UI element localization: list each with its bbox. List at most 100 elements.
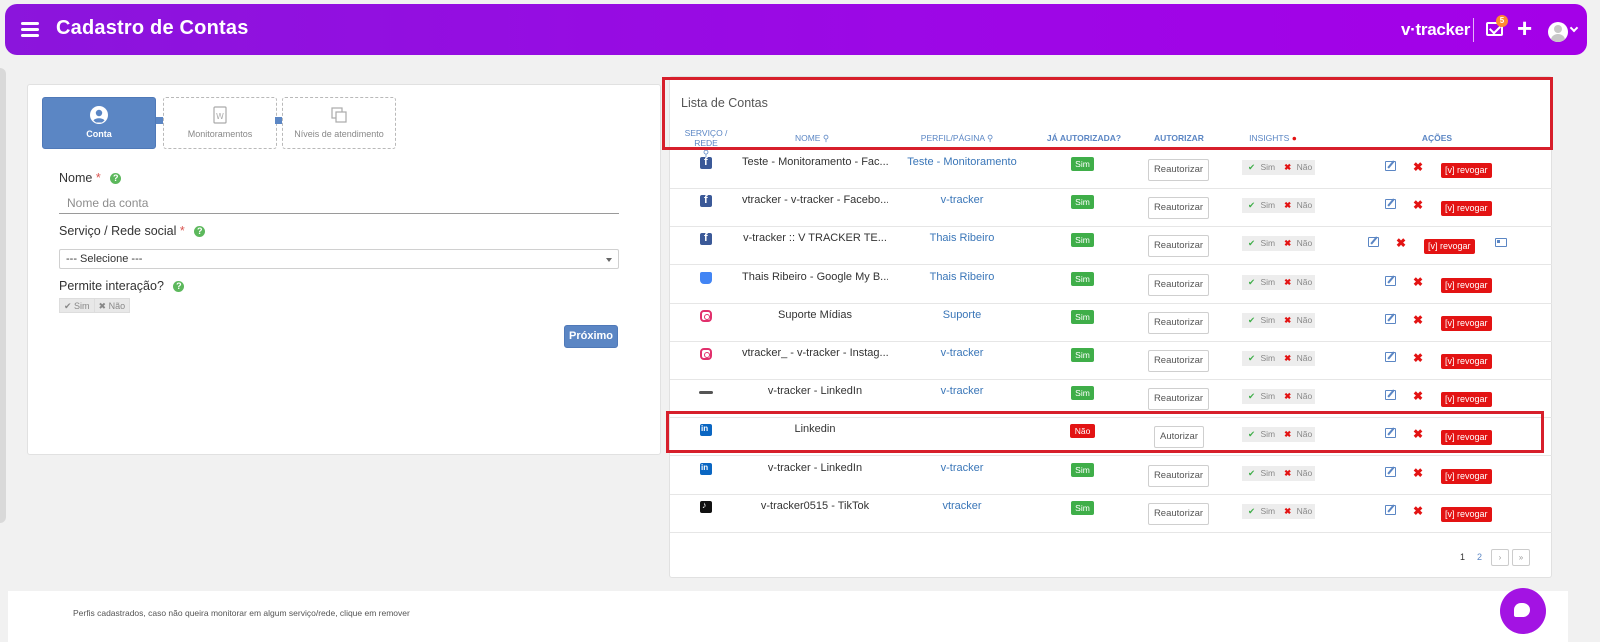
delete-icon[interactable]: ✖ <box>1413 466 1423 480</box>
delete-icon[interactable]: ✖ <box>1413 160 1423 174</box>
delete-icon[interactable]: ✖ <box>1413 504 1423 518</box>
edit-icon[interactable] <box>1368 237 1379 247</box>
delete-icon[interactable]: ✖ <box>1413 351 1423 365</box>
edit-icon[interactable] <box>1385 390 1396 400</box>
revoke-button[interactable]: [v] revogar <box>1441 163 1492 178</box>
col-service-header[interactable]: SERVIÇO / REDE ⚲ <box>674 128 738 159</box>
insights-no[interactable]: ✖ Não <box>1278 198 1316 213</box>
edit-icon[interactable] <box>1385 428 1396 438</box>
authorized-badge: Sim <box>1071 157 1094 171</box>
edit-icon[interactable] <box>1385 314 1396 324</box>
delete-icon[interactable]: ✖ <box>1413 389 1423 403</box>
insights-toggle: ✔ Sim ✖ Não <box>1242 198 1316 213</box>
profile-link[interactable]: Teste - Monitoramento <box>904 156 1020 168</box>
info-icon[interactable]: ● <box>1292 133 1297 143</box>
insights-yes[interactable]: ✔ Sim <box>1242 427 1279 442</box>
step-monitoramentos[interactable]: W Monitoramentos <box>163 97 277 149</box>
reauthorize-button[interactable]: Reautorizar <box>1148 197 1209 219</box>
brand-logo[interactable]: v·tracker <box>1401 20 1470 40</box>
insights-no[interactable]: ✖ Não <box>1278 160 1316 175</box>
last-page-button[interactable]: » <box>1512 549 1530 566</box>
toggle-yes[interactable]: ✔ Sim <box>59 298 95 313</box>
menu-icon[interactable] <box>21 22 39 37</box>
contact-card-icon[interactable] <box>1495 238 1507 247</box>
revoke-button[interactable]: [v] revogar <box>1441 469 1492 484</box>
edit-icon[interactable] <box>1385 199 1396 209</box>
insights-no[interactable]: ✖ Não <box>1278 389 1316 404</box>
reauthorize-button[interactable]: Reautorizar <box>1148 274 1209 296</box>
add-icon[interactable]: + <box>1517 14 1532 42</box>
service-select[interactable]: --- Selecione --- <box>59 249 619 269</box>
profile-link[interactable]: v-tracker <box>904 347 1020 359</box>
help-icon[interactable]: ? <box>194 226 206 237</box>
reauthorize-button[interactable]: Reautorizar <box>1148 235 1209 257</box>
profile-link[interactable]: v-tracker <box>904 194 1020 206</box>
delete-icon[interactable]: ✖ <box>1413 275 1423 289</box>
revoke-button[interactable]: [v] revogar <box>1441 507 1492 522</box>
avatar[interactable] <box>1548 22 1568 42</box>
revoke-button[interactable]: [v] revogar <box>1441 278 1492 293</box>
page-1-link[interactable]: 1 <box>1460 552 1465 562</box>
revoke-button[interactable]: [v] revogar <box>1424 239 1475 254</box>
delete-icon[interactable]: ✖ <box>1413 427 1423 441</box>
insights-yes[interactable]: ✔ Sim <box>1242 275 1279 290</box>
edit-icon[interactable] <box>1385 276 1396 286</box>
chat-icon[interactable] <box>1500 588 1546 634</box>
insights-yes[interactable]: ✔ Sim <box>1242 466 1279 481</box>
profile-link[interactable]: vtracker <box>904 500 1020 512</box>
reauthorize-button[interactable]: Reautorizar <box>1148 465 1209 487</box>
insights-yes[interactable]: ✔ Sim <box>1242 504 1279 519</box>
edit-icon[interactable] <box>1385 352 1396 362</box>
reauthorize-button[interactable]: Reautorizar <box>1148 503 1209 525</box>
insights-no[interactable]: ✖ Não <box>1278 275 1316 290</box>
reauthorize-button[interactable]: Reautorizar <box>1148 388 1209 410</box>
account-name-input[interactable] <box>59 192 619 214</box>
profile-link[interactable]: Suporte <box>904 309 1020 321</box>
step-conta[interactable]: Conta <box>42 97 156 149</box>
profile-link[interactable]: Thais Ribeiro <box>904 271 1020 283</box>
revoke-button[interactable]: [v] revogar <box>1441 430 1492 445</box>
insights-yes[interactable]: ✔ Sim <box>1242 313 1279 328</box>
next-button[interactable]: Próximo <box>564 325 618 348</box>
revoke-button[interactable]: [v] revogar <box>1441 316 1492 331</box>
help-icon[interactable]: ? <box>173 281 185 292</box>
step-niveis-atendimento[interactable]: Níveis de atendimento <box>282 97 396 149</box>
delete-icon[interactable]: ✖ <box>1413 198 1423 212</box>
insights-no[interactable]: ✖ Não <box>1278 466 1316 481</box>
insights-no[interactable]: ✖ Não <box>1278 351 1316 366</box>
insights-no[interactable]: ✖ Não <box>1278 236 1316 251</box>
revoke-button[interactable]: [v] revogar <box>1441 201 1492 216</box>
insights-yes[interactable]: ✔ Sim <box>1242 236 1279 251</box>
authorize-button[interactable]: Autorizar <box>1154 426 1204 448</box>
col-profile-header[interactable]: PERFIL/PÁGINA ⚲ <box>912 133 1002 144</box>
profile-link[interactable]: v-tracker <box>904 462 1020 474</box>
edit-icon[interactable] <box>1385 161 1396 171</box>
col-name-header[interactable]: NOME ⚲ <box>772 133 852 144</box>
page-2-link[interactable]: 2 <box>1477 552 1482 562</box>
insights-no[interactable]: ✖ Não <box>1278 313 1316 328</box>
insights-no[interactable]: ✖ Não <box>1278 427 1316 442</box>
revoke-button[interactable]: [v] revogar <box>1441 354 1492 369</box>
edit-icon[interactable] <box>1385 467 1396 477</box>
profile-link[interactable]: Thais Ribeiro <box>904 232 1020 244</box>
reauthorize-button[interactable]: Reautorizar <box>1148 159 1209 181</box>
edit-icon[interactable] <box>1385 505 1396 515</box>
delete-icon[interactable]: ✖ <box>1413 313 1423 327</box>
delete-icon[interactable]: ✖ <box>1396 236 1406 250</box>
profile-link[interactable]: v-tracker <box>904 385 1020 397</box>
insights-yes[interactable]: ✔ Sim <box>1242 389 1279 404</box>
reauthorize-button[interactable]: Reautorizar <box>1148 350 1209 372</box>
search-icon[interactable]: ⚲ <box>987 133 993 143</box>
reauthorize-button[interactable]: Reautorizar <box>1148 312 1209 334</box>
next-page-button[interactable]: › <box>1491 549 1509 566</box>
insights-no[interactable]: ✖ Não <box>1278 504 1316 519</box>
help-icon[interactable]: ? <box>110 173 122 184</box>
insights-yes[interactable]: ✔ Sim <box>1242 198 1279 213</box>
insights-yes[interactable]: ✔ Sim <box>1242 351 1279 366</box>
toggle-no[interactable]: ✖ Não <box>94 298 131 313</box>
search-icon[interactable]: ⚲ <box>823 133 829 143</box>
revoke-button[interactable]: [v] revogar <box>1441 392 1492 407</box>
account-name: v-tracker0515 - TikTok <box>760 500 870 512</box>
chevron-down-icon[interactable] <box>1569 23 1579 33</box>
insights-yes[interactable]: ✔ Sim <box>1242 160 1279 175</box>
